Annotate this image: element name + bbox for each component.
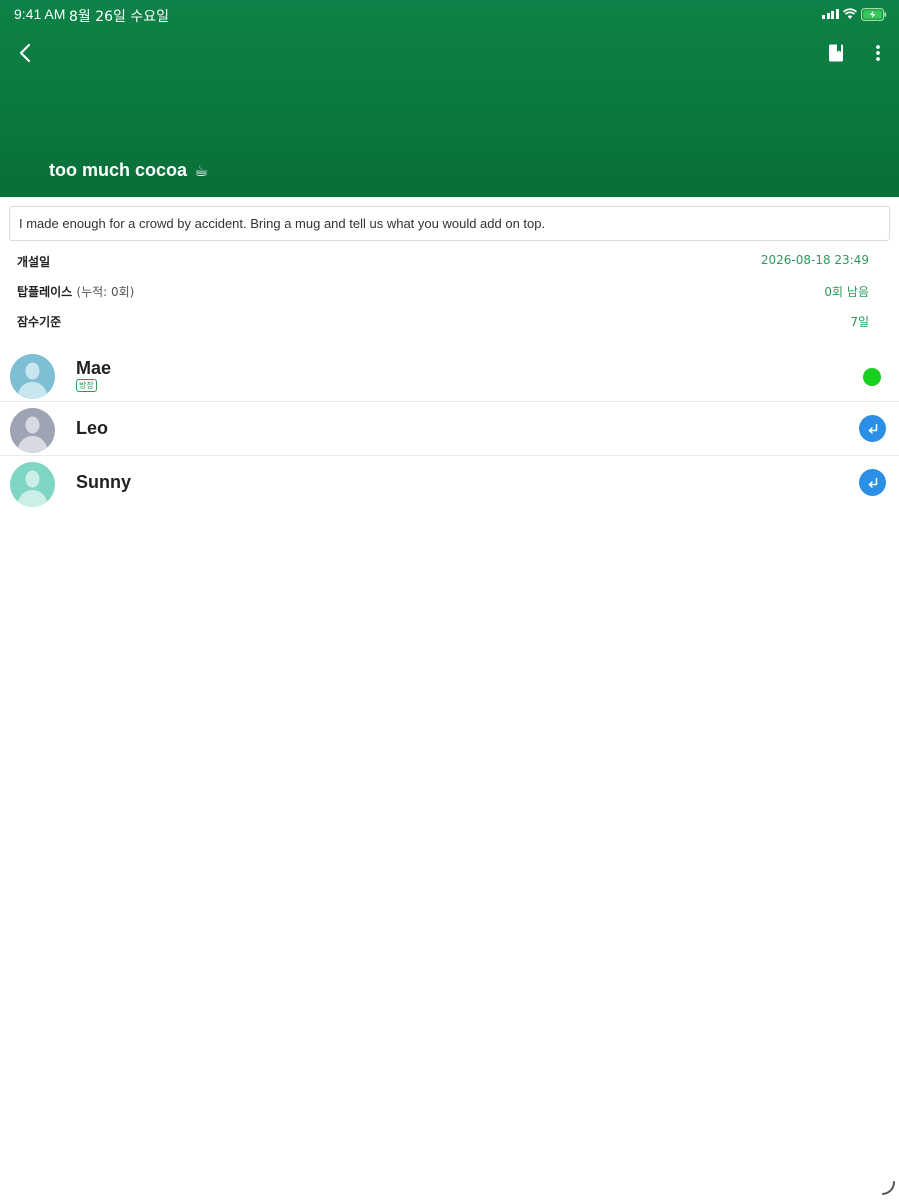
back-button[interactable] [14,40,38,66]
info-row-dormant: 잠수기준 7일 [17,313,869,331]
dormant-label: 잠수기준 [17,315,62,329]
member-name: Sunny [76,472,132,492]
battery-charging-icon [861,7,887,21]
room-title-text: too much cocoa [49,160,188,180]
more-menu-button[interactable] [868,42,888,64]
status-date: 8월 26일 수요일 [69,9,170,25]
room-title: too much cocoa ☕ [49,160,208,181]
loading-spinner-icon [882,1181,895,1195]
member-row[interactable]: Mae 방장 [0,348,899,402]
enter-arrow-icon [868,423,877,434]
person-icon [10,462,55,507]
person-icon [10,408,55,453]
avatar [10,408,55,453]
chevron-left-icon [19,43,31,63]
room-header: 9:41 AM 8월 26일 수요일 too much cocoa ☕ [0,0,899,197]
status-time: 9:41 AM [14,6,66,22]
room-description: I made enough for a crowd by accident. B… [9,206,890,241]
member-row[interactable]: Leo [0,402,899,456]
coffee-icon: ☕ [194,161,209,180]
enter-arrow-icon [868,477,877,488]
avatar [10,462,55,507]
created-value: 2026-08-18 23:49 [760,253,869,267]
enter-button[interactable] [859,415,886,442]
bookmark-icon [829,44,843,62]
status-icons [822,7,887,21]
more-vertical-icon [876,45,880,61]
avatar [10,354,55,399]
info-row-topplace: 탑플레이스 (누적: 0회) 0회 남음 [17,283,869,301]
enter-button[interactable] [859,469,886,496]
topplace-label: 탑플레이스 (누적: 0회) [17,283,134,300]
signal-icon [822,9,839,19]
host-badge: 방장 [76,379,97,392]
member-row[interactable]: Sunny [0,456,899,510]
online-status-indicator [863,368,881,386]
person-icon [10,354,55,399]
bookmark-button[interactable] [826,43,846,63]
topplace-label-text: 탑플레이스 [17,285,73,299]
topplace-count: (누적: 0회) [76,285,135,299]
wifi-icon [843,8,857,19]
info-row-created: 개설일 2026-08-18 23:49 [17,253,869,271]
status-bar: 9:41 AM 8월 26일 수요일 [0,0,899,30]
dormant-value: 7일 [850,315,869,329]
member-name: Mae [76,358,112,378]
created-label: 개설일 [17,255,51,269]
member-name: Leo [76,418,109,438]
topplace-value: 0회 남음 [824,285,869,299]
